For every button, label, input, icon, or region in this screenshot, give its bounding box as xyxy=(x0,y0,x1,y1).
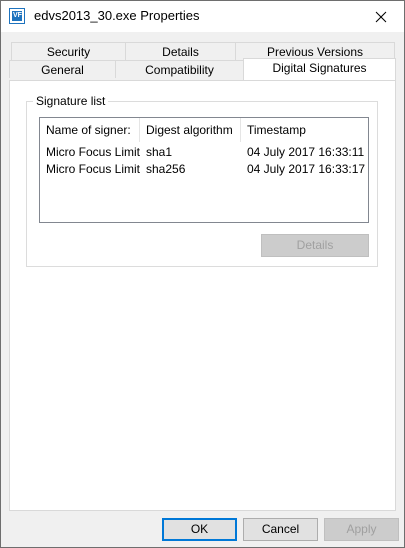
signature-row[interactable]: Micro Focus Limit... sha256 04 July 2017… xyxy=(40,161,368,178)
column-header-signer[interactable]: Name of signer: xyxy=(40,118,140,142)
title-bar[interactable]: VF edvs2013_30.exe Properties xyxy=(1,1,404,32)
tab-security[interactable]: Security xyxy=(11,42,126,60)
signature-list-label: Signature list xyxy=(33,94,109,108)
tab-compatibility[interactable]: Compatibility xyxy=(115,60,244,78)
vf-app-icon: VF xyxy=(9,8,25,24)
close-button[interactable] xyxy=(358,1,404,32)
signer-cell: Micro Focus Limit... xyxy=(46,162,140,176)
window-title: edvs2013_30.exe Properties xyxy=(34,8,200,23)
cancel-button[interactable]: Cancel xyxy=(243,518,318,541)
digest-cell: sha1 xyxy=(146,145,173,159)
signature-row[interactable]: Micro Focus Limit... sha1 04 July 2017 1… xyxy=(40,144,368,161)
column-header-digest[interactable]: Digest algorithm xyxy=(140,118,240,142)
dialog-client: Security Details Previous Versions Gener… xyxy=(1,32,404,547)
tab-general[interactable]: General xyxy=(9,60,116,78)
timestamp-cell: 04 July 2017 16:33:17 xyxy=(247,162,366,176)
signature-list[interactable]: Name of signer: Digest algorithm Timesta… xyxy=(39,117,369,223)
details-button[interactable]: Details xyxy=(261,234,369,257)
column-header-timestamp[interactable]: Timestamp xyxy=(241,118,368,142)
signature-list-group: Signature list Name of signer: Digest al… xyxy=(26,94,378,267)
timestamp-cell: 04 July 2017 16:33:11 xyxy=(247,145,365,159)
app-icon-text: VF xyxy=(13,12,22,19)
signer-cell: Micro Focus Limit... xyxy=(46,145,140,159)
properties-window: VF edvs2013_30.exe Properties Security D… xyxy=(0,0,405,548)
digital-signatures-panel: Signature list Name of signer: Digest al… xyxy=(9,80,396,511)
digest-cell: sha256 xyxy=(146,162,186,176)
ok-button[interactable]: OK xyxy=(162,518,237,541)
list-header: Name of signer: Digest algorithm Timesta… xyxy=(40,118,368,142)
tab-digital-signatures[interactable]: Digital Signatures xyxy=(243,58,396,80)
tab-details[interactable]: Details xyxy=(125,42,236,60)
apply-button[interactable]: Apply xyxy=(324,518,399,541)
close-icon xyxy=(375,11,387,22)
